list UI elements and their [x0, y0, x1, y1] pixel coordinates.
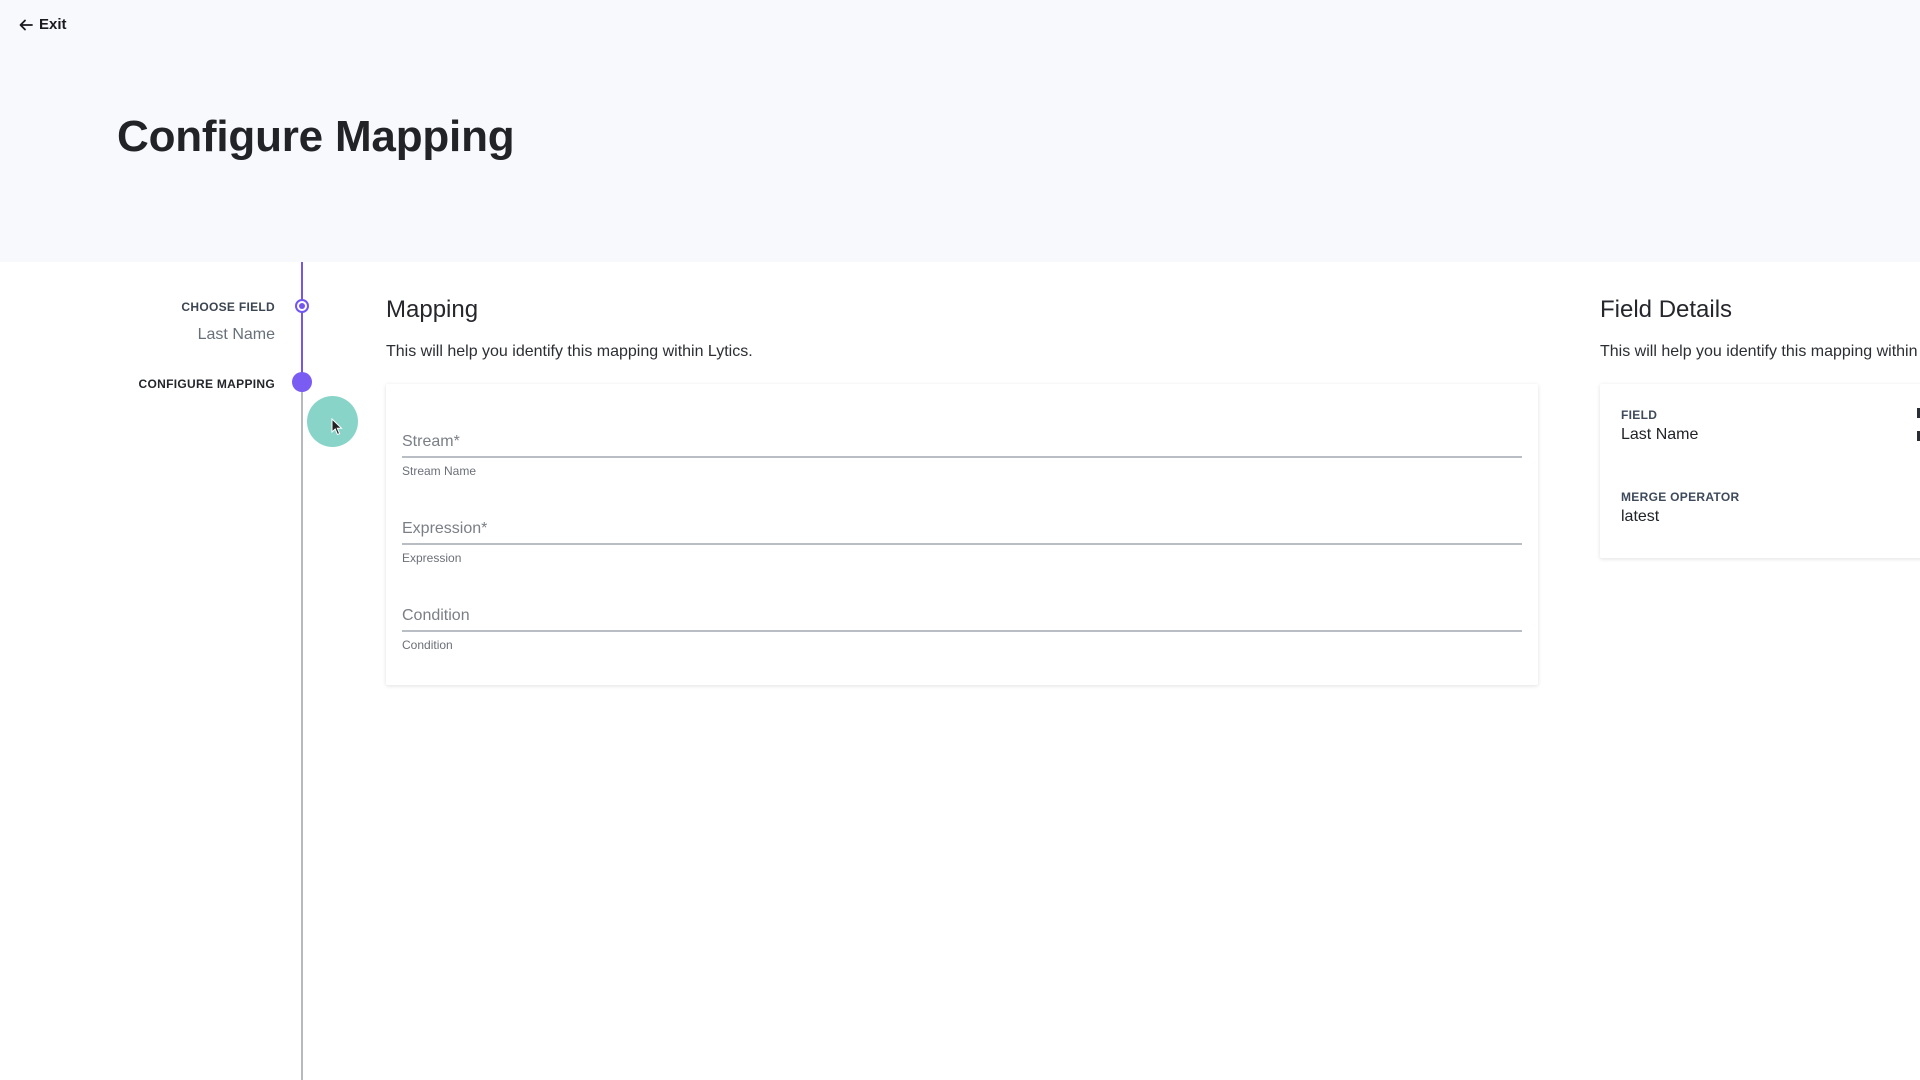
expression-input[interactable] [402, 509, 1522, 545]
stream-input[interactable] [402, 422, 1522, 458]
field-details-description: This will help you identify this mapping… [1600, 343, 1918, 360]
page-title: Configure Mapping [117, 112, 515, 161]
arrow-left-icon [19, 19, 33, 30]
page-header: Exit Configure Mapping [0, 0, 1920, 262]
field-details-title: Field Details [1600, 296, 1733, 323]
condition-helper-text: Condition [402, 638, 453, 652]
field-details-card: FIELD Last Name MERGE OPERATOR latest [1600, 384, 1920, 558]
step-choose-field-value: Last Name [197, 326, 275, 343]
mapping-section-title: Mapping [386, 296, 479, 323]
mouse-pointer-icon [331, 418, 343, 436]
step-configure-mapping-label[interactable]: CONFIGURE MAPPING [139, 377, 275, 391]
stream-helper-text: Stream Name [402, 464, 477, 478]
mapping-section-description: This will help you identify this mapping… [386, 343, 753, 360]
exit-button[interactable]: Exit [19, 16, 67, 33]
step-completed-indicator[interactable] [295, 299, 309, 313]
stream-field: Stream Name [402, 422, 1522, 478]
expression-helper-text: Expression [402, 551, 462, 565]
condition-field: Condition [402, 596, 1522, 652]
cursor-highlight [307, 396, 358, 447]
stepper-track-progress [301, 262, 303, 382]
step-active-indicator[interactable] [292, 372, 312, 392]
field-label: FIELD [1621, 408, 1658, 422]
condition-input[interactable] [402, 596, 1522, 632]
exit-label: Exit [39, 16, 67, 33]
field-value: Last Name [1621, 426, 1699, 443]
expression-field: Expression [402, 509, 1522, 565]
step-choose-field-label[interactable]: CHOOSE FIELD [181, 300, 275, 314]
mapping-form-card: Stream Name Expression Condition [386, 384, 1538, 685]
merge-operator-label: MERGE OPERATOR [1621, 490, 1740, 504]
merge-operator-value: latest [1621, 508, 1660, 525]
